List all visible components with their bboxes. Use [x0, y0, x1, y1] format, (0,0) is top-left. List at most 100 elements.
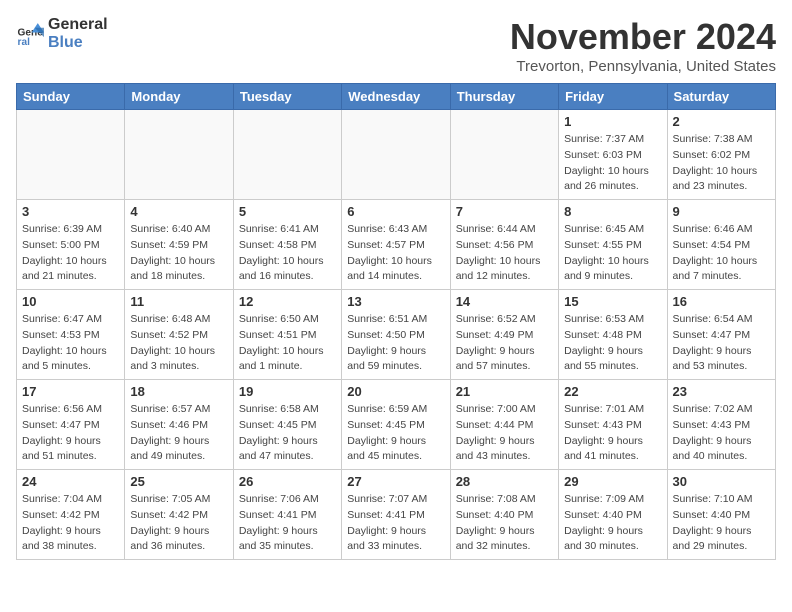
day-info: Sunrise: 6:58 AM Sunset: 4:45 PM Dayligh…	[239, 402, 336, 465]
day-number: 11	[130, 294, 227, 309]
day-number: 10	[22, 294, 119, 309]
calendar-cell: 14 Sunrise: 6:52 AM Sunset: 4:49 PM Dayli…	[450, 290, 558, 380]
day-info: Sunrise: 6:59 AM Sunset: 4:45 PM Dayligh…	[347, 402, 444, 465]
day-header-tuesday: Tuesday	[233, 84, 341, 110]
calendar-cell: 8 Sunrise: 6:45 AM Sunset: 4:55 PM Daylig…	[559, 200, 667, 290]
day-number: 6	[347, 204, 444, 219]
calendar-header: SundayMondayTuesdayWednesdayThursdayFrid…	[17, 84, 776, 110]
day-info: Sunrise: 6:48 AM Sunset: 4:52 PM Dayligh…	[130, 312, 227, 375]
day-info: Sunrise: 7:08 AM Sunset: 4:40 PM Dayligh…	[456, 492, 553, 555]
calendar-cell: 18 Sunrise: 6:57 AM Sunset: 4:46 PM Dayli…	[125, 380, 233, 470]
day-header-friday: Friday	[559, 84, 667, 110]
day-info: Sunrise: 7:09 AM Sunset: 4:40 PM Dayligh…	[564, 492, 661, 555]
day-number: 14	[456, 294, 553, 309]
calendar-cell: 5Sunrise: 6:41 AM Sunset: 4:58 PM Daylig…	[233, 200, 341, 290]
day-info: Sunrise: 7:00 AM Sunset: 4:44 PM Dayligh…	[456, 402, 553, 465]
day-number: 24	[22, 474, 119, 489]
calendar-cell: 25 Sunrise: 7:05 AM Sunset: 4:42 PM Dayli…	[125, 470, 233, 560]
calendar-cell: 16 Sunrise: 6:54 AM Sunset: 4:47 PM Dayli…	[667, 290, 775, 380]
day-info: Sunrise: 6:47 AM Sunset: 4:53 PM Dayligh…	[22, 312, 119, 375]
day-number: 17	[22, 384, 119, 399]
day-info: Sunrise: 6:51 AM Sunset: 4:50 PM Dayligh…	[347, 312, 444, 375]
day-header-wednesday: Wednesday	[342, 84, 450, 110]
day-info: Sunrise: 7:37 AM Sunset: 6:03 PM Dayligh…	[564, 132, 661, 195]
day-info: Sunrise: 6:41 AM Sunset: 4:58 PM Dayligh…	[239, 222, 336, 285]
day-info: Sunrise: 6:56 AM Sunset: 4:47 PM Dayligh…	[22, 402, 119, 465]
day-info: Sunrise: 7:07 AM Sunset: 4:41 PM Dayligh…	[347, 492, 444, 555]
day-header-sunday: Sunday	[17, 84, 125, 110]
day-info: Sunrise: 6:44 AM Sunset: 4:56 PM Dayligh…	[456, 222, 553, 285]
day-info: Sunrise: 7:01 AM Sunset: 4:43 PM Dayligh…	[564, 402, 661, 465]
day-number: 26	[239, 474, 336, 489]
calendar-cell: 4 Sunrise: 6:40 AM Sunset: 4:59 PM Daylig…	[125, 200, 233, 290]
day-number: 4	[130, 204, 227, 219]
day-info: Sunrise: 7:06 AM Sunset: 4:41 PM Dayligh…	[239, 492, 336, 555]
calendar-cell: 2 Sunrise: 7:38 AM Sunset: 6:02 PM Daylig…	[667, 110, 775, 200]
calendar-cell: 1 Sunrise: 7:37 AM Sunset: 6:03 PM Daylig…	[559, 110, 667, 200]
day-number: 19	[239, 384, 336, 399]
calendar-cell: 13 Sunrise: 6:51 AM Sunset: 4:50 PM Dayli…	[342, 290, 450, 380]
calendar-cell: 30Sunrise: 7:10 AM Sunset: 4:40 PM Dayli…	[667, 470, 775, 560]
day-info: Sunrise: 6:52 AM Sunset: 4:49 PM Dayligh…	[456, 312, 553, 375]
day-number: 9	[673, 204, 770, 219]
calendar-cell: 9 Sunrise: 6:46 AM Sunset: 4:54 PM Daylig…	[667, 200, 775, 290]
logo-line1: General	[48, 16, 108, 34]
day-number: 1	[564, 114, 661, 129]
week-row-1: 1 Sunrise: 7:37 AM Sunset: 6:03 PM Daylig…	[17, 110, 776, 200]
day-info: Sunrise: 7:05 AM Sunset: 4:42 PM Dayligh…	[130, 492, 227, 555]
day-number: 27	[347, 474, 444, 489]
logo: Gene ral General Blue	[16, 16, 108, 51]
day-info: Sunrise: 6:40 AM Sunset: 4:59 PM Dayligh…	[130, 222, 227, 285]
day-number: 21	[456, 384, 553, 399]
day-info: Sunrise: 7:02 AM Sunset: 4:43 PM Dayligh…	[673, 402, 770, 465]
calendar-cell	[125, 110, 233, 200]
day-number: 23	[673, 384, 770, 399]
calendar-cell	[233, 110, 341, 200]
day-number: 13	[347, 294, 444, 309]
day-number: 15	[564, 294, 661, 309]
day-number: 22	[564, 384, 661, 399]
day-info: Sunrise: 6:53 AM Sunset: 4:48 PM Dayligh…	[564, 312, 661, 375]
calendar-cell	[17, 110, 125, 200]
day-number: 8	[564, 204, 661, 219]
day-header-saturday: Saturday	[667, 84, 775, 110]
logo-icon: Gene ral	[16, 20, 44, 48]
calendar-cell: 28 Sunrise: 7:08 AM Sunset: 4:40 PM Dayli…	[450, 470, 558, 560]
calendar-cell: 12 Sunrise: 6:50 AM Sunset: 4:51 PM Dayli…	[233, 290, 341, 380]
day-info: Sunrise: 6:45 AM Sunset: 4:55 PM Dayligh…	[564, 222, 661, 285]
day-info: Sunrise: 7:38 AM Sunset: 6:02 PM Dayligh…	[673, 132, 770, 195]
day-header-monday: Monday	[125, 84, 233, 110]
calendar-cell: 11 Sunrise: 6:48 AM Sunset: 4:52 PM Dayli…	[125, 290, 233, 380]
day-number: 20	[347, 384, 444, 399]
location: Trevorton, Pennsylvania, United States	[510, 58, 776, 75]
day-info: Sunrise: 6:46 AM Sunset: 4:54 PM Dayligh…	[673, 222, 770, 285]
calendar-cell: 29Sunrise: 7:09 AM Sunset: 4:40 PM Dayli…	[559, 470, 667, 560]
calendar-cell	[342, 110, 450, 200]
day-number: 12	[239, 294, 336, 309]
day-info: Sunrise: 6:39 AM Sunset: 5:00 PM Dayligh…	[22, 222, 119, 285]
day-header-thursday: Thursday	[450, 84, 558, 110]
day-info: Sunrise: 6:57 AM Sunset: 4:46 PM Dayligh…	[130, 402, 227, 465]
day-number: 18	[130, 384, 227, 399]
day-info: Sunrise: 6:50 AM Sunset: 4:51 PM Dayligh…	[239, 312, 336, 375]
day-info: Sunrise: 6:54 AM Sunset: 4:47 PM Dayligh…	[673, 312, 770, 375]
calendar-cell: 7Sunrise: 6:44 AM Sunset: 4:56 PM Daylig…	[450, 200, 558, 290]
calendar-cell: 21 Sunrise: 7:00 AM Sunset: 4:44 PM Dayli…	[450, 380, 558, 470]
day-number: 2	[673, 114, 770, 129]
calendar-cell: 10 Sunrise: 6:47 AM Sunset: 4:53 PM Dayli…	[17, 290, 125, 380]
svg-text:ral: ral	[18, 36, 31, 47]
calendar-cell: 22 Sunrise: 7:01 AM Sunset: 4:43 PM Dayli…	[559, 380, 667, 470]
day-number: 25	[130, 474, 227, 489]
day-info: Sunrise: 7:10 AM Sunset: 4:40 PM Dayligh…	[673, 492, 770, 555]
calendar-cell: 26 Sunrise: 7:06 AM Sunset: 4:41 PM Dayli…	[233, 470, 341, 560]
logo-line2: Blue	[48, 34, 108, 52]
calendar-cell: 3 Sunrise: 6:39 AM Sunset: 5:00 PM Daylig…	[17, 200, 125, 290]
day-number: 16	[673, 294, 770, 309]
month-title: November 2024	[510, 16, 776, 58]
day-number: 3	[22, 204, 119, 219]
calendar-cell: 17 Sunrise: 6:56 AM Sunset: 4:47 PM Dayli…	[17, 380, 125, 470]
calendar-cell	[450, 110, 558, 200]
day-number: 28	[456, 474, 553, 489]
week-row-2: 3 Sunrise: 6:39 AM Sunset: 5:00 PM Daylig…	[17, 200, 776, 290]
calendar-cell: 19 Sunrise: 6:58 AM Sunset: 4:45 PM Dayli…	[233, 380, 341, 470]
